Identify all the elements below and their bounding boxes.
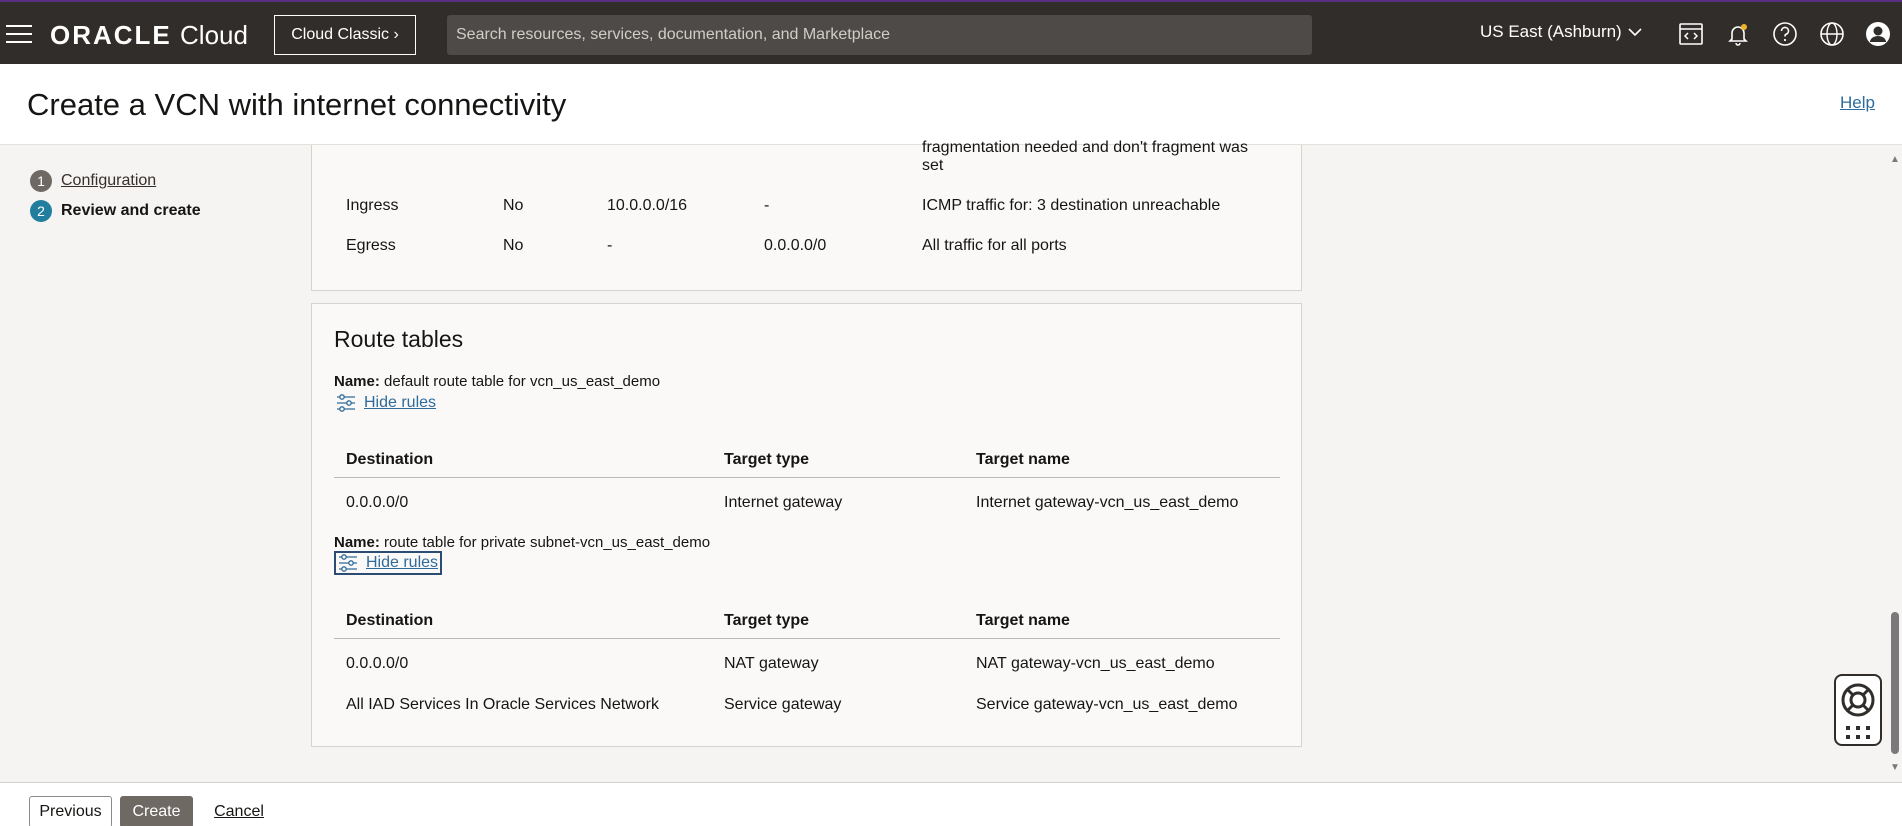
rule-destination: - <box>764 197 770 214</box>
route-target-name: Internet gateway-vcn_us_east_demo <box>976 494 1239 511</box>
step-number: 1 <box>30 170 52 192</box>
sliders-icon <box>339 554 357 572</box>
route-table-name: Name: default route table for vcn_us_eas… <box>334 373 660 390</box>
wizard-footer: Previous Create Cancel <box>0 782 1902 826</box>
developer-tools-icon[interactable] <box>1677 20 1705 48</box>
column-header-destination: Destination <box>346 451 434 468</box>
rule-source: 10.0.0.0/16 <box>607 197 688 214</box>
rule-direction: Ingress <box>346 197 399 214</box>
hide-rules-label: Hide rules <box>364 394 437 411</box>
route-tables-panel: Route tables Name: default route table f… <box>311 303 1302 747</box>
search-placeholder: Search resources, services, documentatio… <box>456 26 890 43</box>
route-target-type: Internet gateway <box>724 494 843 511</box>
hide-rules-label: Hide rules <box>366 554 439 571</box>
route-destination: 0.0.0.0/0 <box>346 494 409 511</box>
rule-direction: Egress <box>346 237 396 254</box>
route-target-name: Service gateway-vcn_us_east_demo <box>976 696 1238 713</box>
rule-description: ICMP traffic for: 3 destination unreacha… <box>922 197 1221 214</box>
notifications-bell-icon[interactable] <box>1724 20 1752 48</box>
apps-grid-icon <box>1846 726 1870 739</box>
rule-description-line: fragmentation needed and don't fragment … <box>922 139 1248 156</box>
rule-description: All traffic for all ports <box>922 237 1067 254</box>
chevron-down-icon <box>1628 28 1642 37</box>
rule-description-line: set <box>922 157 944 174</box>
step-number: 2 <box>30 200 52 222</box>
route-table-name: Name: route table for private subnet-vcn… <box>334 534 710 551</box>
rule-destination: 0.0.0.0/0 <box>764 237 827 254</box>
route-target-type: Service gateway <box>724 696 842 713</box>
cloud-classic-label: Cloud Classic <box>291 26 390 43</box>
support-widget[interactable] <box>1834 674 1882 746</box>
scroll-down-arrow-icon[interactable]: ▼ <box>1890 762 1900 773</box>
name-label: Name: <box>334 534 380 551</box>
page-title: Create a VCN with internet connectivity <box>27 87 567 122</box>
region-selector[interactable]: US East (Ashburn) <box>1480 22 1642 42</box>
hide-rules-button[interactable]: Hide rules <box>334 391 438 415</box>
page-header: Create a VCN with internet connectivity … <box>0 64 1902 145</box>
top-navigation-bar: ORACLE Cloud Cloud Classic › Search reso… <box>0 0 1902 64</box>
security-rules-panel: fragmentation needed and don't fragment … <box>311 139 1302 291</box>
column-header-target-name: Target name <box>976 451 1070 468</box>
search-input[interactable]: Search resources, services, documentatio… <box>447 15 1312 55</box>
chevron-right-icon: › <box>393 26 399 43</box>
sliders-icon <box>337 394 355 412</box>
rule-description-partial: fragmentation needed and don't fragment … <box>922 139 1262 175</box>
wizard-steps: 1 Configuration 2 Review and create <box>30 166 201 226</box>
route-destination: 0.0.0.0/0 <box>346 655 409 672</box>
create-button[interactable]: Create <box>120 796 193 826</box>
step-label: Review and create <box>61 202 201 219</box>
rule-stateless: No <box>503 197 524 214</box>
cloud-classic-button[interactable]: Cloud Classic › <box>274 15 416 55</box>
route-target-name: NAT gateway-vcn_us_east_demo <box>976 655 1215 672</box>
region-label: US East (Ashburn) <box>1480 22 1622 41</box>
hide-rules-button[interactable]: Hide rules <box>334 551 443 575</box>
rule-source: - <box>607 237 613 254</box>
oracle-cloud-logo[interactable]: ORACLE Cloud <box>50 20 248 51</box>
route-destination: All IAD Services In Oracle Services Netw… <box>346 696 659 713</box>
rule-stateless: No <box>503 237 524 254</box>
brand-strong: ORACLE <box>50 20 172 50</box>
route-table-name-value: default route table for vcn_us_east_demo <box>384 373 661 390</box>
scroll-up-arrow-icon[interactable]: ▲ <box>1890 154 1900 165</box>
step-label[interactable]: Configuration <box>61 172 156 190</box>
table-header: Destination Target type Target name <box>334 442 1280 478</box>
column-header-target-type: Target type <box>724 612 810 629</box>
scrollbar-thumb[interactable] <box>1891 612 1899 754</box>
hamburger-menu-icon[interactable] <box>6 22 32 43</box>
previous-button[interactable]: Previous <box>29 796 112 826</box>
column-header-destination: Destination <box>346 612 434 629</box>
column-header-target-name: Target name <box>976 612 1070 629</box>
route-tables-title: Route tables <box>334 326 464 352</box>
brand-light: Cloud <box>180 20 248 50</box>
language-globe-icon[interactable] <box>1818 20 1846 48</box>
user-profile-icon[interactable] <box>1864 20 1892 48</box>
lifebuoy-icon <box>1841 683 1875 717</box>
name-label: Name: <box>334 373 380 390</box>
route-table-name-value: route table for private subnet-vcn_us_ea… <box>384 534 711 551</box>
help-link[interactable]: Help <box>1840 93 1875 113</box>
cancel-link[interactable]: Cancel <box>212 796 266 826</box>
table-header: Destination Target type Target name <box>334 603 1280 639</box>
help-question-icon[interactable] <box>1771 20 1799 48</box>
step-review-and-create: 2 Review and create <box>30 196 201 226</box>
column-header-target-type: Target type <box>724 451 810 468</box>
step-configuration[interactable]: 1 Configuration <box>30 166 201 196</box>
route-target-type: NAT gateway <box>724 655 819 672</box>
